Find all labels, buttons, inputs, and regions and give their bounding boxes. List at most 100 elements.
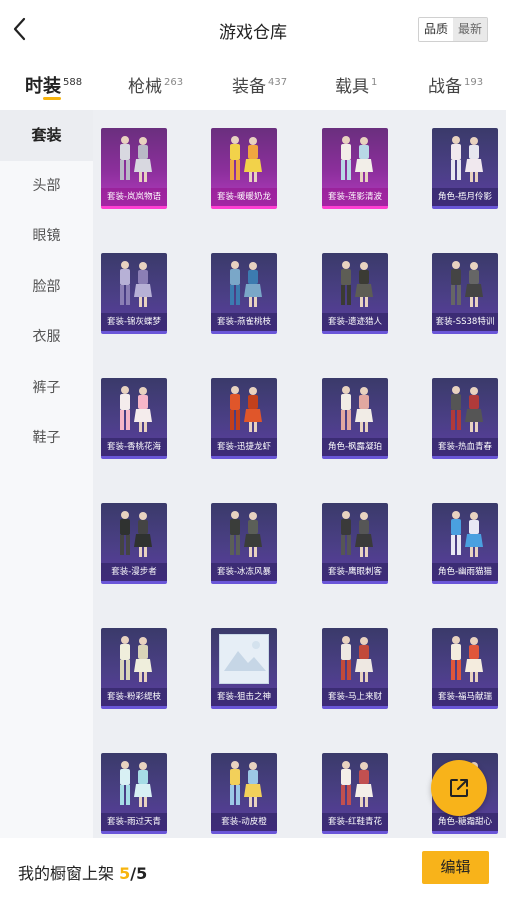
tab-fashion[interactable]: 时装 588 [25,72,82,98]
subcategory-sidebar: 套装 头部 眼镜 脸部 衣服 裤子 鞋子 [0,110,93,838]
tab-label: 时装 [25,76,61,97]
outfit-figure-icon [341,136,373,182]
showcase-total-count: 5 [136,864,148,883]
sort-newest-button[interactable]: 最新 [452,18,487,41]
image-placeholder-icon [219,634,269,684]
tab-count: 193 [464,77,484,88]
item-name-label: 套装-粉彩缇枝 [101,688,167,706]
sort-toggle: 品质 最新 [417,17,488,42]
item-name-label: 套装-马上来财 [322,688,388,706]
outfit-figure-icon [451,261,483,307]
tab-weapons[interactable]: 枪械 263 [128,72,183,97]
outfit-figure-icon [120,636,152,682]
outfit-figure-icon [341,636,373,682]
item-name-label: 套装-鹰眼刺客 [322,563,388,581]
item-name-label: 套装-漫步者 [101,563,167,581]
tab-label: 战备 [428,77,462,97]
sidebar-item-head[interactable]: 头部 [0,161,93,212]
inventory-item-card[interactable]: 套装-迅捷龙虾 [211,378,277,459]
outfit-figure-icon [341,261,373,307]
item-name-label: 角色-枫露凝珀 [322,438,388,456]
item-name-label: 角色-糖霜甜心 [432,813,498,831]
showcase-label: 我的橱窗上架 [18,864,115,883]
item-name-label: 套装-锦灰蝶梦 [101,313,167,331]
inventory-item-card[interactable]: 套装-狙击之神 [211,628,277,709]
inventory-item-card[interactable]: 套装-雨过天青 [101,753,167,834]
item-name-label: 套装-遗迹猎人 [322,313,388,331]
outfit-figure-icon [451,136,483,182]
outfit-figure-icon [341,511,373,557]
outfit-figure-icon [230,136,262,182]
inventory-item-card[interactable]: 套装-岚岚物语 [101,128,167,209]
inventory-item-card[interactable]: 角色-幽雨猫猫 [432,503,498,584]
tab-label: 载具 [335,77,369,97]
outfit-figure-icon [120,136,152,182]
outfit-figure-icon [341,386,373,432]
outfit-figure-icon [120,511,152,557]
sidebar-item-shoes[interactable]: 鞋子 [0,413,93,464]
item-name-label: 套装-红鞋青花 [322,813,388,831]
sidebar-item-face[interactable]: 脸部 [0,262,93,313]
item-name-label: 套装-雨过天青 [101,813,167,831]
share-export-icon [450,779,468,797]
sidebar-item-pants[interactable]: 裤子 [0,363,93,414]
inventory-item-card[interactable]: 套装-莲影清波 [322,128,388,209]
outfit-figure-icon [120,261,152,307]
item-name-label: 套装-福马献瑞 [432,688,498,706]
inventory-item-card[interactable]: 套装-漫步者 [101,503,167,584]
item-name-label: 套装-SS38特训 [432,313,498,331]
inventory-item-card[interactable]: 套装-热血青春 [432,378,498,459]
inventory-item-card[interactable]: 套装-SS38特训 [432,253,498,334]
inventory-item-card[interactable]: 套装-鹰眼刺客 [322,503,388,584]
outfit-figure-icon [120,761,152,807]
item-name-label: 套装-燕雀桃枝 [211,313,277,331]
item-name-label: 套装-暖暖奶龙 [211,188,277,206]
sidebar-item-outfit[interactable]: 套装 [0,110,93,161]
showcase-status: 我的橱窗上架 5/5 [18,860,147,884]
tab-combat-gear[interactable]: 战备 193 [428,72,483,97]
sort-quality-button[interactable]: 品质 [418,18,453,41]
edit-button[interactable]: 编辑 [422,851,489,884]
inventory-item-card[interactable]: 套装-锦灰蝶梦 [101,253,167,334]
tab-equipment[interactable]: 装备 437 [232,72,287,97]
header: 游戏仓库 品质 最新 [0,0,506,60]
category-tabs: 时装 588 枪械 263 装备 437 载具 1 战备 193 [0,62,506,110]
outfit-figure-icon [341,761,373,807]
outfit-figure-icon [230,761,262,807]
tab-label: 装备 [232,77,266,97]
inventory-item-card[interactable]: 套装-暖暖奶龙 [211,128,277,209]
inventory-item-card[interactable]: 套装-冰冻风暴 [211,503,277,584]
item-name-label: 套装-迅捷龙虾 [211,438,277,456]
item-grid: 套装-岚岚物语 套装-暖暖奶龙 套装-莲影清波 角色-梧月伶影套装-锦灰蝶梦 套装-燕雀… [93,110,506,838]
sidebar-item-clothes[interactable]: 衣服 [0,312,93,363]
inventory-item-card[interactable]: 套装-粉彩缇枝 [101,628,167,709]
inventory-item-card[interactable]: 角色-枫露凝珀 [322,378,388,459]
outfit-figure-icon [451,386,483,432]
item-name-label: 套装-岚岚物语 [101,188,167,206]
item-name-label: 套装-香桃花海 [101,438,167,456]
item-name-label: 套装-冰冻风暴 [211,563,277,581]
tab-count: 263 [164,77,184,88]
outfit-figure-icon [120,386,152,432]
outfit-figure-icon [451,511,483,557]
tab-count: 437 [268,77,288,88]
inventory-item-card[interactable]: 角色-梧月伶影 [432,128,498,209]
inventory-item-card[interactable]: 套装-动皮橙 [211,753,277,834]
outfit-figure-icon [230,386,262,432]
inventory-item-card[interactable]: 套装-红鞋青花 [322,753,388,834]
inventory-item-card[interactable]: 套装-燕雀桃枝 [211,253,277,334]
inventory-item-card[interactable]: 套装-马上来财 [322,628,388,709]
tab-vehicles[interactable]: 载具 1 [335,72,377,97]
outfit-figure-icon [230,261,262,307]
showcase-footer: 我的橱窗上架 5/5 编辑 [0,838,506,897]
warehouse-screen: 游戏仓库 品质 最新 时装 588 枪械 263 装备 437 载具 1 战备 193 套… [0,0,506,897]
inventory-item-card[interactable]: 套装-福马献瑞 [432,628,498,709]
showcase-current-count: 5 [119,864,131,883]
tab-count: 588 [63,77,83,88]
outfit-figure-icon [451,636,483,682]
share-button[interactable] [431,760,487,816]
sidebar-item-glasses[interactable]: 眼镜 [0,211,93,262]
inventory-item-card[interactable]: 套装-遗迹猎人 [322,253,388,334]
item-name-label: 套装-狙击之神 [211,688,277,706]
inventory-item-card[interactable]: 套装-香桃花海 [101,378,167,459]
